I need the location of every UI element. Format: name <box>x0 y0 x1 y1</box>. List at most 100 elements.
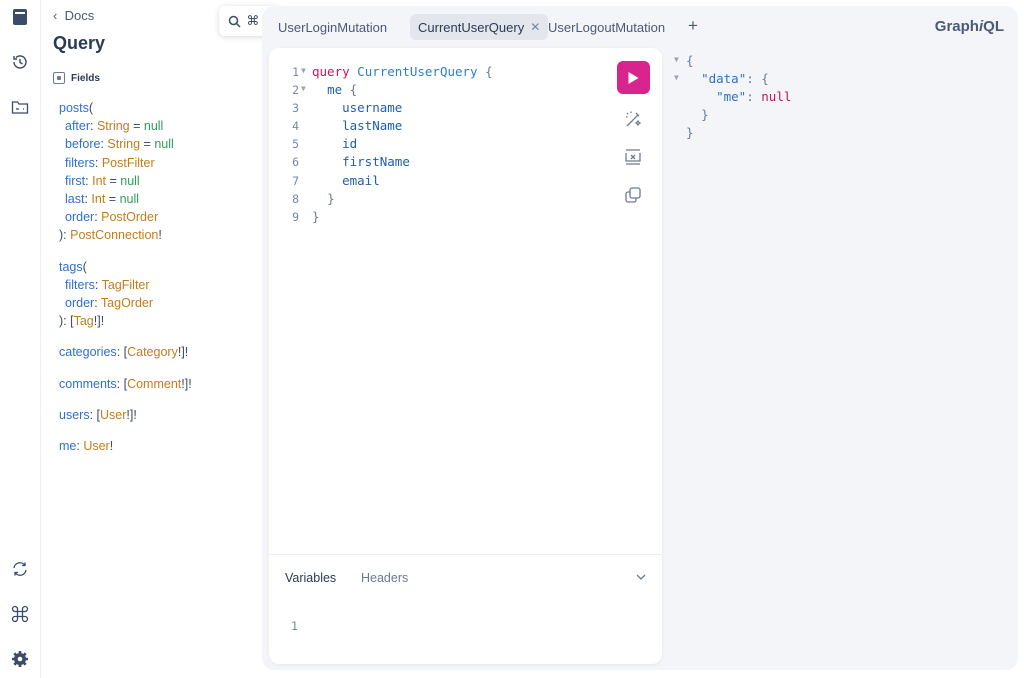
line-number: 7 <box>292 173 299 188</box>
fields-section-header: Fields <box>53 72 100 84</box>
arg-type[interactable]: TagOrder <box>101 296 153 310</box>
line-number: 5 <box>292 137 299 152</box>
merge-fragments-button[interactable] <box>621 145 645 169</box>
query-field: username <box>342 100 403 116</box>
history-icon[interactable] <box>0 45 40 79</box>
field-posts[interactable]: posts <box>59 101 89 115</box>
arg-default: null <box>143 119 164 134</box>
magic-wand-icon <box>626 111 642 127</box>
fold-arrow-icon[interactable]: ▼ <box>301 62 306 80</box>
return-type[interactable]: User <box>100 408 126 422</box>
return-type[interactable]: User <box>83 439 109 453</box>
tab-headers[interactable]: Headers <box>361 571 408 585</box>
schema-field-list: posts( after: String = null before: Stri… <box>59 101 192 454</box>
tab-current-user-query[interactable]: CurrentUserQuery ✕ <box>410 14 549 40</box>
copy-query-button[interactable] <box>621 183 645 207</box>
add-tab-button[interactable]: + <box>688 16 698 36</box>
fold-arrow-icon[interactable]: ▼ <box>674 51 679 69</box>
return-type[interactable]: Tag <box>74 314 94 328</box>
settings-icon[interactable] <box>0 642 40 676</box>
field-categories[interactable]: categories <box>59 345 117 359</box>
docs-icon[interactable] <box>0 0 40 34</box>
field-me[interactable]: me <box>59 439 76 453</box>
editor-divider <box>269 554 662 555</box>
tab-label: CurrentUserQuery <box>418 19 525 35</box>
prettify-button[interactable] <box>621 107 645 131</box>
result-key-me: "me" <box>716 89 747 105</box>
tab-variables[interactable]: Variables <box>285 571 336 585</box>
tab-user-login-mutation[interactable]: UserLoginMutation <box>270 14 395 40</box>
operation-name: CurrentUserQuery <box>357 64 478 79</box>
field-comments[interactable]: comments <box>59 377 117 391</box>
arg-name: after <box>65 119 91 134</box>
arg-name: last <box>65 192 85 207</box>
arg-type[interactable]: PostFilter <box>102 156 155 170</box>
explorer-icon[interactable] <box>0 90 40 124</box>
tab-bar: UserLoginMutation CurrentUserQuery ✕ Use… <box>262 14 1018 42</box>
query-field: email <box>342 172 380 188</box>
arg-name: filters <box>65 277 95 292</box>
fields-label: Fields <box>71 72 100 84</box>
tab-label: UserLogoutMutation <box>548 19 666 35</box>
arg-type[interactable]: TagFilter <box>102 278 150 292</box>
line-number: 8 <box>292 191 299 206</box>
line-number: 9 <box>292 209 299 224</box>
root-field: me <box>327 82 343 98</box>
line-number: 4 <box>292 119 299 134</box>
run-query-button[interactable] <box>617 61 650 94</box>
docs-back-link[interactable]: ‹ Docs <box>53 8 94 23</box>
merge-icon <box>625 149 641 165</box>
arg-default: null <box>120 173 140 188</box>
arg-type[interactable]: PostOrder <box>101 210 158 224</box>
refetch-schema-icon[interactable] <box>0 552 40 586</box>
brand-prefix: Graph <box>934 18 979 35</box>
arg-default: null <box>154 137 174 152</box>
query-field: firstName <box>342 154 410 170</box>
play-icon <box>628 71 639 84</box>
fold-arrow-icon[interactable]: ▼ <box>301 80 306 98</box>
query-field: id <box>342 136 358 152</box>
query-keyword: query <box>312 64 350 79</box>
docs-title: Query <box>53 33 106 53</box>
arg-type[interactable]: String <box>97 119 130 133</box>
chevron-down-icon[interactable] <box>635 570 647 588</box>
search-icon <box>229 15 241 28</box>
return-type[interactable]: Comment <box>127 377 181 391</box>
line-number: 3 <box>292 101 299 116</box>
variables-line-number: 1 <box>291 619 298 633</box>
docs-back-label: Docs <box>64 8 95 23</box>
return-type[interactable]: PostConnection <box>70 228 158 242</box>
arg-name: filters <box>65 155 95 170</box>
result-key-data: "data" <box>701 71 747 87</box>
query-editor[interactable]: 1 ▼ query CurrentUserQuery { 2 ▼ me { 3 use… <box>269 48 662 664</box>
icon-rail <box>0 0 41 678</box>
tab-user-logout-mutation[interactable]: UserLogoutMutation <box>540 14 673 40</box>
return-type[interactable]: Category <box>127 345 178 359</box>
arg-name: first <box>65 173 86 188</box>
tab-label: UserLoginMutation <box>278 19 388 35</box>
arg-type[interactable]: Int <box>92 174 106 188</box>
fold-arrow-icon[interactable]: ▼ <box>674 69 679 87</box>
copy-icon <box>625 187 641 203</box>
query-field: lastName <box>342 118 403 134</box>
arg-default: null <box>119 192 140 207</box>
arg-name: order <box>65 210 95 225</box>
arg-name: before <box>65 137 101 152</box>
field-tags[interactable]: tags <box>59 260 83 274</box>
main-session-area: UserLoginMutation CurrentUserQuery ✕ Use… <box>262 6 1018 670</box>
field-users[interactable]: users <box>59 408 90 422</box>
line-number: 2 <box>292 83 299 98</box>
docs-panel: ‹ Docs Query ⌘ K Fields posts( after: St… <box>41 0 281 678</box>
arg-type[interactable]: String <box>107 137 140 151</box>
result-value-me: null <box>761 89 792 105</box>
graphiql-logo: GraphiQL <box>935 18 1004 35</box>
arg-type[interactable]: Int <box>91 192 105 206</box>
arg-name: order <box>65 296 95 311</box>
chevron-left-icon: ‹ <box>53 8 58 23</box>
line-number: 6 <box>292 155 299 170</box>
brand-suffix: QL <box>983 18 1004 35</box>
close-icon[interactable]: ✕ <box>530 20 540 34</box>
shortcuts-icon[interactable] <box>0 597 40 631</box>
line-number: 1 <box>292 65 299 79</box>
fields-icon <box>53 72 65 84</box>
